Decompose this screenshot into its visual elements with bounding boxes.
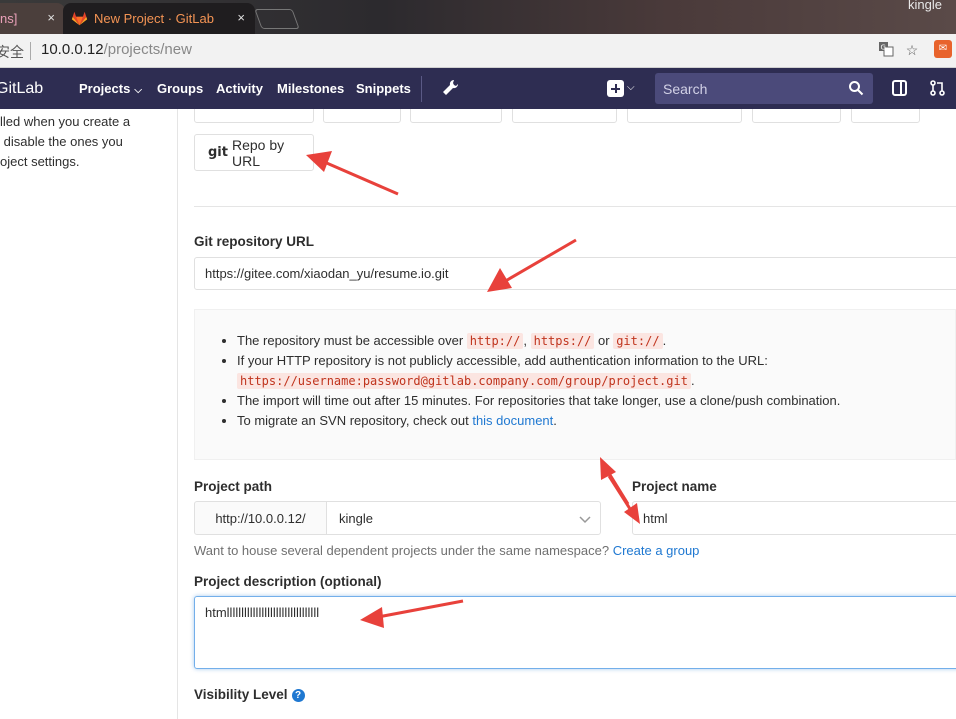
browser-profile-name[interactable]: kingle [908,0,942,12]
import-source-button[interactable] [512,109,617,123]
new-item-plus-icon[interactable] [607,80,624,97]
address-divider [30,42,31,60]
search-box[interactable] [655,73,873,104]
sidebar-toggle-icon[interactable] [891,79,909,97]
chevron-down-icon[interactable]: ⌵ [627,82,635,93]
import-source-button[interactable] [851,109,920,123]
git-icon: git [208,145,228,160]
merge-request-icon[interactable] [929,79,947,97]
nav-snippets[interactable]: Snippets [356,81,411,96]
import-source-button[interactable] [194,109,314,123]
create-group-link[interactable]: Create a group [613,543,700,558]
info-line-timeout: The import will time out after 15 minute… [237,391,956,411]
tab-title: ns] [0,11,18,26]
close-tab-icon[interactable]: × [237,10,245,25]
help-question-icon[interactable]: ? [291,689,305,702]
code-http: http:// [466,333,524,349]
description-textarea[interactable]: htmllllllllllllllllllllllllllllllll [194,596,956,669]
translate-icon[interactable]: G [877,41,895,59]
svn-doc-link[interactable]: this document [472,413,553,428]
code-git: git:// [613,333,663,349]
project-path-label: Project path [194,479,273,494]
nav-projects-label: Projects [79,81,131,96]
search-input[interactable] [663,81,833,97]
namespace-value: kingle [339,510,373,526]
gitlab-fox-icon [71,11,88,26]
info-text: To migrate an SVN repository, check out [237,413,469,428]
bookmark-star-icon[interactable]: ☆ [903,41,921,59]
gitlab-navbar: GitLab Projects ⌵ Groups Activity Milesto… [0,68,956,109]
info-or: or [598,333,610,348]
new-tab-button[interactable] [254,9,300,29]
nav-milestones[interactable]: Milestones [277,81,344,96]
browser-tab-new-project[interactable]: New Project · GitLab × [63,3,255,34]
browser-tab-previous[interactable]: ns] × [0,3,65,34]
project-name-value: html [643,510,668,526]
url-text[interactable]: 10.0.0.12/projects/new [41,41,192,58]
repo-by-url-button[interactable]: git Repo by URL [194,134,314,171]
chevron-down-icon [579,516,591,524]
import-source-buttons [0,109,956,123]
gitlab-brand[interactable]: GitLab [0,80,43,98]
search-icon[interactable] [848,80,864,96]
git-url-label: Git repository URL [194,234,315,249]
group-help-text-body: Want to house several dependent projects… [194,543,610,558]
security-indicator[interactable]: 安全 [0,42,24,62]
url-path: /projects/new [103,41,192,58]
extension-icon[interactable]: ✉ [934,40,952,58]
annotation-arrow [306,151,399,196]
code-auth-url: https://username:password@gitlab.company… [237,373,691,389]
nav-projects[interactable]: Projects ⌵ [79,81,142,96]
import-source-button[interactable] [627,109,742,123]
description-value: htmllllllllllllllllllllllllllllllll [205,605,320,620]
git-url-input[interactable]: https://gitee.com/xiaodan_yu/resume.io.g… [194,257,956,290]
left-sidebar: lled when you create a disable the ones … [0,109,178,719]
project-name-label: Project name [632,479,717,494]
info-line-protocols: The repository must be accessible over h… [237,331,956,351]
close-tab-icon[interactable]: × [47,10,55,25]
info-line-auth: If your HTTP repository is not publicly … [237,351,956,391]
import-source-button[interactable] [752,109,841,123]
address-bar[interactable]: 安全 10.0.0.12/projects/new G ☆ ✉ [0,34,956,68]
visibility-level-label: Visibility Level? [194,687,305,702]
import-info-box: The repository must be accessible over h… [194,309,956,460]
info-text: The repository must be accessible over [237,333,464,348]
info-line-svn: To migrate an SVN repository, check out … [237,411,956,431]
visibility-level-text: Visibility Level [194,687,288,702]
code-https: https:// [530,333,595,349]
nav-divider [421,76,422,102]
url-host: 10.0.0.12 [41,41,104,58]
svg-text:G: G [881,44,886,52]
section-divider [194,206,956,207]
import-source-button[interactable] [323,109,401,123]
git-url-value: https://gitee.com/xiaodan_yu/resume.io.g… [205,266,449,281]
browser-tab-strip: ns] × New Project · GitLab × kingle [0,0,956,34]
project-name-input[interactable]: html [632,501,956,535]
nav-activity[interactable]: Activity [216,81,263,96]
description-label: Project description (optional) [194,574,382,589]
project-path-prefix: http://10.0.0.12/ [194,501,327,535]
repo-by-url-label: Repo by URL [231,136,285,169]
import-source-button[interactable] [410,109,502,123]
tab-title: New Project · GitLab [94,11,214,26]
group-help-text: Want to house several dependent projects… [194,543,699,558]
project-path-prefix-text: http://10.0.0.12/ [215,510,306,526]
info-text: If your HTTP repository is not publicly … [237,353,768,368]
chevron-down-icon: ⌵ [134,85,142,96]
namespace-select[interactable]: kingle [326,501,601,535]
import-info-list: The repository must be accessible over h… [237,331,956,431]
nav-groups[interactable]: Groups [157,81,203,96]
admin-wrench-icon[interactable] [440,78,460,98]
